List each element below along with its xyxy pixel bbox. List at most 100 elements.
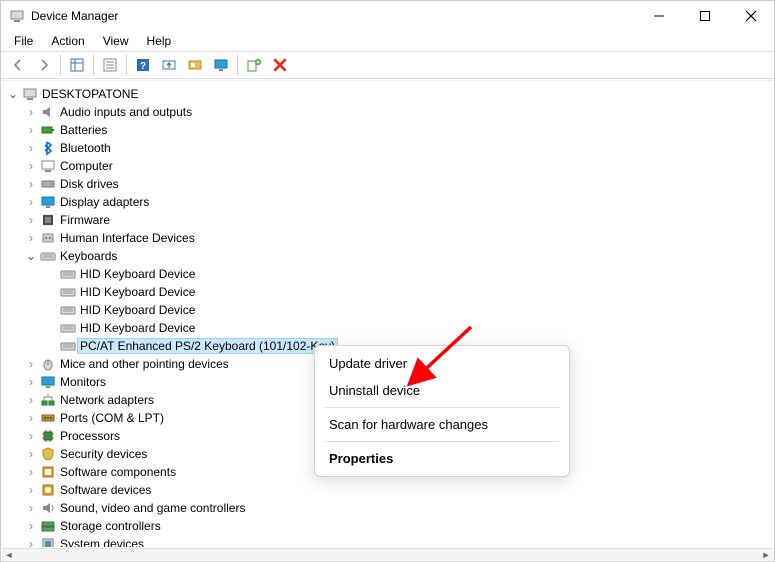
tree-category[interactable]: Sound, video and game controllers bbox=[2, 499, 773, 517]
tree-item-label: Computer bbox=[60, 159, 113, 173]
add-driver-button[interactable] bbox=[242, 53, 266, 77]
tree-category[interactable]: Firmware bbox=[2, 211, 773, 229]
software-comp-icon bbox=[40, 464, 56, 480]
tree-item-label: Network adapters bbox=[60, 393, 154, 407]
expand-toggle[interactable] bbox=[24, 411, 38, 425]
collapse-toggle[interactable] bbox=[6, 87, 20, 101]
monitor-button[interactable] bbox=[209, 53, 233, 77]
expand-toggle[interactable] bbox=[24, 483, 38, 497]
firmware-icon bbox=[40, 212, 56, 228]
tree-category[interactable]: Bluetooth bbox=[2, 139, 773, 157]
battery-icon bbox=[40, 122, 56, 138]
tree-category[interactable]: Keyboards bbox=[2, 247, 773, 265]
back-button[interactable] bbox=[6, 53, 30, 77]
tree-item-label: Storage controllers bbox=[60, 519, 161, 533]
title-bar: Device Manager bbox=[1, 1, 774, 31]
expand-toggle[interactable] bbox=[24, 141, 38, 155]
forward-button[interactable] bbox=[32, 53, 56, 77]
keyboard-icon bbox=[60, 320, 76, 336]
tree-item-label: Software devices bbox=[60, 483, 151, 497]
tree-item-label: Security devices bbox=[60, 447, 147, 461]
close-button[interactable] bbox=[728, 1, 774, 31]
collapse-toggle[interactable] bbox=[24, 249, 38, 263]
tree-item-label: Human Interface Devices bbox=[60, 231, 195, 245]
tree-item-label: Batteries bbox=[60, 123, 107, 137]
expand-toggle[interactable] bbox=[24, 123, 38, 137]
menu-action[interactable]: Action bbox=[44, 32, 91, 50]
security-icon bbox=[40, 446, 56, 462]
tree-item-label: DESKTOPATONE bbox=[42, 87, 138, 101]
expand-toggle[interactable] bbox=[24, 231, 38, 245]
window-title: Device Manager bbox=[31, 9, 118, 23]
toolbar-separator bbox=[126, 55, 127, 75]
sound-icon bbox=[40, 500, 56, 516]
audio-icon bbox=[40, 104, 56, 120]
mouse-icon bbox=[40, 356, 56, 372]
context-menu-item[interactable]: Properties bbox=[315, 445, 569, 472]
expand-toggle[interactable] bbox=[24, 429, 38, 443]
expand-toggle[interactable] bbox=[24, 195, 38, 209]
expand-toggle[interactable] bbox=[24, 357, 38, 371]
expand-toggle[interactable] bbox=[24, 501, 38, 515]
context-menu-item[interactable]: Scan for hardware changes bbox=[315, 411, 569, 438]
menu-view[interactable]: View bbox=[96, 32, 136, 50]
tree-item-label: Keyboards bbox=[60, 249, 117, 263]
expand-toggle[interactable] bbox=[24, 465, 38, 479]
tree-item-label: Processors bbox=[60, 429, 120, 443]
bluetooth-icon bbox=[40, 140, 56, 156]
tree-item-label: Sound, video and game controllers bbox=[60, 501, 245, 515]
context-menu-item[interactable]: Uninstall device bbox=[315, 377, 569, 404]
tree-category[interactable]: Batteries bbox=[2, 121, 773, 139]
maximize-button[interactable] bbox=[682, 1, 728, 31]
toolbar-separator bbox=[93, 55, 94, 75]
expand-toggle[interactable] bbox=[24, 105, 38, 119]
expand-toggle[interactable] bbox=[24, 447, 38, 461]
horizontal-scrollbar[interactable]: ◄ ► bbox=[2, 548, 773, 560]
tree-item-label: HID Keyboard Device bbox=[80, 303, 195, 317]
tree-device[interactable]: HID Keyboard Device bbox=[2, 283, 773, 301]
tree-category[interactable]: Human Interface Devices bbox=[2, 229, 773, 247]
tree-item-label: Software components bbox=[60, 465, 176, 479]
tree-category[interactable]: System devices bbox=[2, 535, 773, 547]
expand-toggle[interactable] bbox=[24, 213, 38, 227]
scroll-left-icon[interactable]: ◄ bbox=[2, 550, 16, 560]
expand-toggle[interactable] bbox=[24, 375, 38, 389]
scan-hardware-button[interactable] bbox=[183, 53, 207, 77]
expand-toggle[interactable] bbox=[24, 159, 38, 173]
update-driver-button[interactable] bbox=[157, 53, 181, 77]
expand-toggle[interactable] bbox=[24, 537, 38, 547]
tree-item-label: HID Keyboard Device bbox=[80, 267, 195, 281]
storage-icon bbox=[40, 518, 56, 534]
minimize-button[interactable] bbox=[636, 1, 682, 31]
expand-toggle[interactable] bbox=[24, 519, 38, 533]
keyboard-icon bbox=[60, 338, 76, 354]
processor-icon bbox=[40, 428, 56, 444]
tree-device[interactable]: HID Keyboard Device bbox=[2, 265, 773, 283]
show-hide-tree-button[interactable] bbox=[65, 53, 89, 77]
menu-file[interactable]: File bbox=[7, 32, 40, 50]
keyboard-icon bbox=[60, 284, 76, 300]
tree-item-label: Firmware bbox=[60, 213, 110, 227]
uninstall-device-button[interactable] bbox=[268, 53, 292, 77]
tree-category[interactable]: Storage controllers bbox=[2, 517, 773, 535]
tree-category[interactable]: Software devices bbox=[2, 481, 773, 499]
tree-category[interactable]: Display adapters bbox=[2, 193, 773, 211]
tree-device[interactable]: HID Keyboard Device bbox=[2, 319, 773, 337]
tree-category[interactable]: Audio inputs and outputs bbox=[2, 103, 773, 121]
tree-category[interactable]: Computer bbox=[2, 157, 773, 175]
expand-toggle[interactable] bbox=[24, 177, 38, 191]
tree-device[interactable]: HID Keyboard Device bbox=[2, 301, 773, 319]
tree-item-label: Ports (COM & LPT) bbox=[60, 411, 164, 425]
computer-icon bbox=[40, 158, 56, 174]
menu-bar: File Action View Help bbox=[1, 31, 774, 51]
menu-help[interactable]: Help bbox=[140, 32, 179, 50]
expand-toggle[interactable] bbox=[24, 393, 38, 407]
monitor-icon bbox=[40, 374, 56, 390]
tree-root[interactable]: DESKTOPATONE bbox=[2, 85, 773, 103]
help-button[interactable]: ? bbox=[131, 53, 155, 77]
properties-button[interactable] bbox=[98, 53, 122, 77]
toolbar: ? bbox=[1, 51, 774, 79]
scroll-right-icon[interactable]: ► bbox=[759, 550, 773, 560]
tree-category[interactable]: Disk drives bbox=[2, 175, 773, 193]
context-menu-item[interactable]: Update driver bbox=[315, 350, 569, 377]
